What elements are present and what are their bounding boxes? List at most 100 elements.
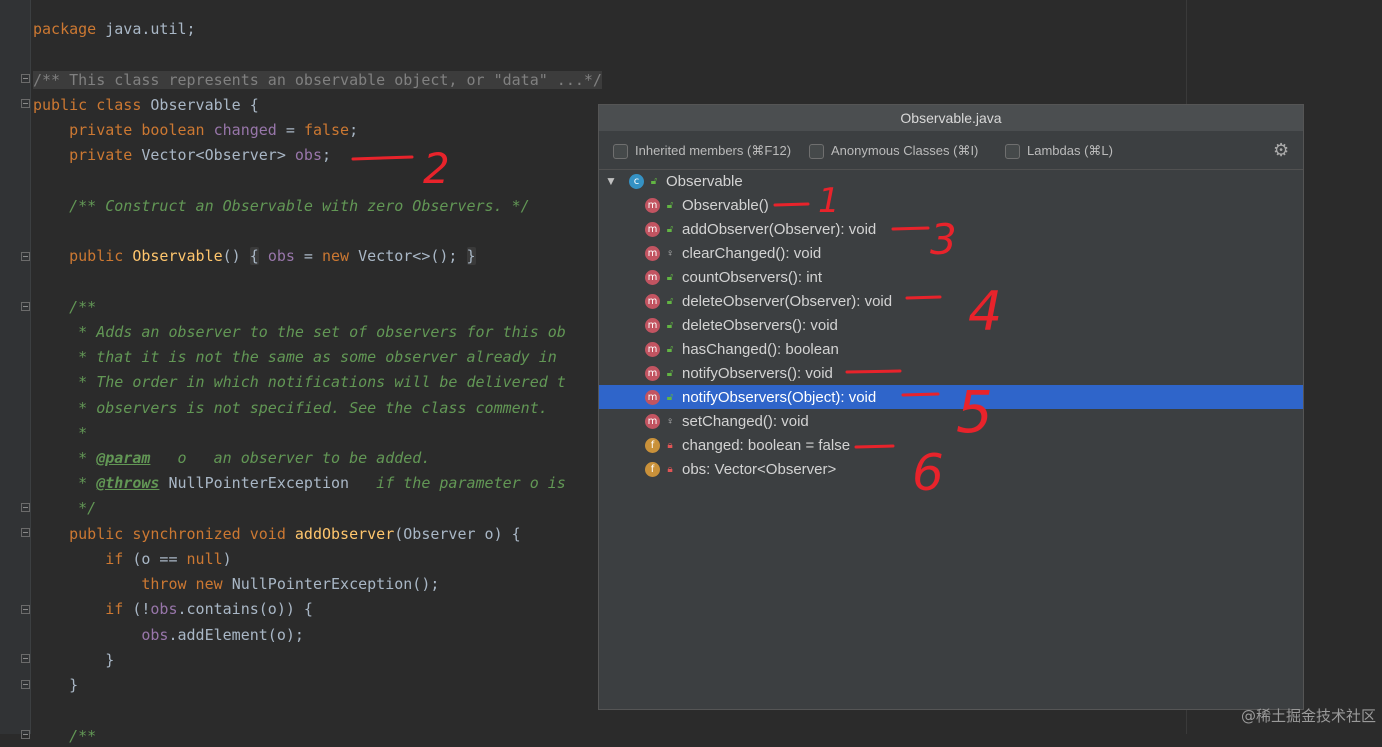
code-token: o an observer to be added.: [150, 449, 431, 467]
public-lock-icon: 🔓︎: [666, 391, 674, 403]
code-line[interactable]: if (o == null): [33, 548, 231, 570]
checkbox-box[interactable]: [809, 143, 824, 159]
class-icon: c: [629, 173, 644, 189]
code-token: * observers is not specified. See the cl…: [33, 399, 548, 417]
fold-toggle-icon[interactable]: [21, 730, 30, 739]
code-token: Observable {: [150, 96, 259, 114]
chevron-down-icon[interactable]: ▼: [605, 174, 619, 188]
fold-toggle-icon[interactable]: [21, 605, 30, 614]
code-line[interactable]: * @throws NullPointerException if the pa…: [33, 472, 566, 494]
code-line[interactable]: }: [33, 674, 78, 696]
code-token: public: [69, 247, 133, 265]
code-token: ;: [349, 121, 359, 139]
code-line[interactable]: throw new NullPointerException();: [33, 573, 439, 595]
public-lock-icon: 🔓︎: [666, 271, 674, 283]
code-token: (o ==: [132, 550, 187, 568]
private-lock-icon: 🔒︎: [667, 463, 673, 475]
code-line[interactable]: if (!obs.contains(o)) {: [33, 598, 313, 620]
code-token: @throws: [96, 474, 160, 492]
lambdas-checkbox[interactable]: Lambdas (⌘L): [1005, 142, 1113, 160]
code-token: private: [69, 146, 142, 164]
code-line[interactable]: * observers is not specified. See the cl…: [33, 397, 548, 419]
code-token: */: [33, 499, 97, 517]
fold-toggle-icon[interactable]: [21, 252, 30, 261]
tree-member-row[interactable]: f 🔒︎ obs: Vector<Observer>: [599, 457, 1303, 481]
method-icon: m: [645, 269, 660, 285]
tree-member-row[interactable]: m ♀ clearChanged(): void: [599, 241, 1303, 265]
method-icon: m: [645, 413, 660, 429]
fold-toggle-icon[interactable]: [21, 99, 30, 108]
tree-member-label: hasChanged(): boolean: [682, 340, 839, 358]
code-line[interactable]: private Vector<Observer> obs;: [33, 144, 331, 166]
code-line[interactable]: }: [33, 649, 114, 671]
public-lock-icon: 🔓︎: [666, 343, 674, 355]
code-line[interactable]: * Adds an observer to the set of observe…: [33, 321, 566, 343]
code-line[interactable]: /**: [33, 725, 96, 747]
code-token: java.util;: [105, 20, 196, 38]
code-line[interactable]: public Observable() { obs = new Vector<>…: [33, 245, 476, 267]
code-line[interactable]: * @param o an observer to be added.: [33, 447, 430, 469]
fold-toggle-icon[interactable]: [21, 302, 30, 311]
protected-key-icon: ♀: [666, 415, 674, 427]
code-line[interactable]: /** Construct an Observable with zero Ob…: [33, 195, 530, 217]
fold-toggle-icon[interactable]: [21, 503, 30, 512]
tree-member-row[interactable]: m 🔓︎ Observable(): [599, 193, 1303, 217]
code-line[interactable]: public synchronized void addObserver(Obs…: [33, 523, 521, 545]
code-token: /**: [33, 298, 97, 316]
fold-toggle-icon[interactable]: [21, 654, 30, 663]
method-icon: m: [645, 389, 660, 405]
code-token: Vector<>();: [358, 247, 467, 265]
tree-member-row[interactable]: m 🔓︎ countObservers(): int: [599, 265, 1303, 289]
code-line[interactable]: /**: [33, 296, 96, 318]
code-line[interactable]: * that it is not the same as some observ…: [33, 346, 557, 368]
code-line[interactable]: package java.util;: [33, 18, 196, 40]
code-token: NullPointerException();: [231, 575, 440, 593]
tree-member-label: notifyObservers(Object): void: [682, 388, 877, 406]
inherited-members-checkbox[interactable]: Inherited members (⌘F12): [613, 142, 791, 160]
tree-member-row[interactable]: m ♀ setChanged(): void: [599, 409, 1303, 433]
code-line[interactable]: obs.addElement(o);: [33, 624, 304, 646]
tree-member-row[interactable]: m 🔓︎ deleteObserver(Observer): void: [599, 289, 1303, 313]
tree-root-row[interactable]: ▼ c 🔓︎ Observable: [599, 169, 1303, 193]
public-lock-icon: 🔓︎: [666, 319, 674, 331]
anonymous-classes-checkbox[interactable]: Anonymous Classes (⌘I): [809, 142, 978, 160]
checkbox-box[interactable]: [1005, 143, 1020, 159]
tree-member-row[interactable]: m 🔓︎ deleteObservers(): void: [599, 313, 1303, 337]
tree-member-row[interactable]: m 🔓︎ notifyObservers(): void: [599, 361, 1303, 385]
code-line[interactable]: private boolean changed = false;: [33, 119, 358, 141]
protected-key-icon: ♀: [666, 247, 674, 259]
tree-member-row[interactable]: f 🔒︎ changed: boolean = false: [599, 433, 1303, 457]
field-icon: f: [645, 437, 660, 453]
code-token: if the parameter o is: [349, 474, 566, 492]
code-token: obs: [150, 600, 178, 618]
code-token: =: [294, 247, 322, 265]
field-icon: f: [645, 461, 660, 477]
filter-bar: Inherited members (⌘F12) Anonymous Class…: [599, 131, 1303, 170]
checkbox-box[interactable]: [613, 143, 628, 159]
code-line[interactable]: * The order in which notifications will …: [33, 371, 566, 393]
editor-gutter[interactable]: [0, 0, 30, 739]
tree-member-row[interactable]: m 🔓︎ addObserver(Observer): void: [599, 217, 1303, 241]
code-token: ;: [322, 146, 332, 164]
gutter-separator: [30, 0, 31, 734]
code-line[interactable]: *: [33, 422, 87, 444]
fold-toggle-icon[interactable]: [21, 528, 30, 537]
code-token: (Observer o) {: [394, 525, 521, 543]
code-token: addObserver: [294, 525, 395, 543]
code-line[interactable]: /** This class represents an observable …: [33, 69, 602, 91]
gear-icon[interactable]: ⚙: [1273, 141, 1291, 159]
file-structure-popup[interactable]: Observable.java Inherited members (⌘F12)…: [598, 104, 1304, 710]
tree-member-row[interactable]: m 🔓︎ notifyObservers(Object): void: [599, 385, 1303, 409]
tree-member-row[interactable]: m 🔓︎ hasChanged(): boolean: [599, 337, 1303, 361]
code-line[interactable]: */: [33, 497, 96, 519]
tree-member-label: addObserver(Observer): void: [682, 220, 877, 238]
fold-toggle-icon[interactable]: [21, 680, 30, 689]
code-token: (!: [132, 600, 151, 618]
code-line[interactable]: public class Observable {: [33, 94, 259, 116]
tree-member-label: deleteObservers(): void: [682, 316, 838, 334]
fold-toggle-icon[interactable]: [21, 74, 30, 83]
